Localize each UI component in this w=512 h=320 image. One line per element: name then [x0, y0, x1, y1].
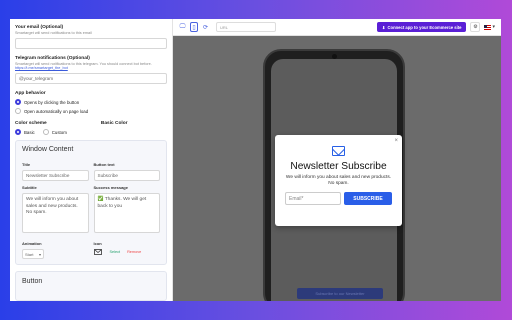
radio-unselected[interactable]: [15, 108, 21, 114]
icon-remove-link[interactable]: Remove: [127, 250, 141, 254]
radio-selected[interactable]: [15, 129, 21, 135]
scheme-basic[interactable]: Basic: [15, 129, 35, 135]
scheme-basic-label: Basic: [24, 129, 35, 135]
email-hint: Smartarget will send notifications to th…: [15, 31, 92, 35]
animation-label: Animation: [22, 241, 42, 246]
settings-icon[interactable]: ⚙: [470, 22, 481, 32]
telegram-field[interactable]: @your_telegram: [15, 73, 167, 84]
subscribe-trigger-button[interactable]: Subscribe to our Newsletter: [297, 288, 383, 299]
scheme-custom[interactable]: Custom: [42, 129, 67, 135]
refresh-icon[interactable]: ⟳: [202, 24, 209, 31]
button-section-title: Button: [22, 278, 43, 285]
icon-label: Icon: [93, 241, 102, 246]
settings-panel: Your email (Optional) Smartarget will se…: [10, 19, 173, 301]
download-icon: ⬇: [381, 24, 386, 30]
newsletter-popup: × Newsletter Subscribe We will inform yo…: [275, 135, 402, 226]
animation-value: Start: [25, 251, 34, 257]
title-field[interactable]: Newsletter Subscribe: [22, 170, 89, 181]
close-icon[interactable]: ×: [394, 138, 398, 144]
title-field-label: Title: [22, 162, 31, 167]
button-text-label: Button text: [93, 162, 115, 167]
url-input[interactable]: URL: [216, 22, 276, 32]
window-content-card: Window Content Title Newsletter Subscrib…: [15, 140, 167, 265]
email-field[interactable]: [15, 38, 167, 49]
preview-toolbar: 🖵 ▯ ⟳ URL ⬇ Connect app to your Ecommerc…: [173, 19, 501, 36]
email-label: Your email (Optional): [15, 25, 64, 30]
behavior-option-auto-label: Open automatically on page load: [24, 108, 89, 114]
scheme-custom-label: Custom: [51, 129, 67, 135]
desktop-icon[interactable]: 🖵: [179, 24, 186, 31]
animation-select[interactable]: Start ▾: [22, 249, 44, 259]
window-content-title: Window Content: [22, 146, 74, 153]
language-selector[interactable]: ▾: [484, 24, 495, 30]
connect-app-label: Connect app to your Ecommerce site: [387, 24, 462, 30]
popup-subscribe-button[interactable]: SUBSCRIBE: [344, 192, 392, 205]
behavior-option-auto[interactable]: Open automatically on page load: [15, 108, 167, 114]
telegram-bot-link[interactable]: https://t.me/smartarget_the_bot: [15, 66, 167, 70]
button-card: Button: [15, 271, 167, 301]
us-flag-icon: [484, 24, 492, 30]
success-message-label: Success message: [93, 185, 128, 190]
mobile-icon[interactable]: ▯: [190, 22, 198, 32]
success-message-textarea[interactable]: ✅ Thanks. We will get back to you: [93, 193, 160, 233]
radio-unselected[interactable]: [42, 129, 49, 135]
icon-select-link[interactable]: Select: [110, 250, 121, 254]
subtitle-textarea[interactable]: We will inform you about sales and new p…: [22, 193, 89, 233]
app-window: Your email (Optional) Smartarget will se…: [10, 19, 501, 301]
popup-email-input[interactable]: Email*: [285, 192, 341, 205]
popup-title: Newsletter Subscribe: [290, 161, 387, 172]
preview-area: 🖵 ▯ ⟳ URL ⬇ Connect app to your Ecommerc…: [173, 19, 501, 301]
mail-icon: [332, 146, 345, 156]
telegram-label: Telegram notifications (Optional): [15, 56, 90, 61]
behavior-option-click[interactable]: Opens by clicking the button: [15, 99, 167, 105]
chevron-down-icon: ▾: [492, 24, 495, 30]
button-text-field[interactable]: Subscribe: [93, 170, 160, 181]
behavior-option-click-label: Opens by clicking the button: [24, 99, 80, 105]
chevron-down-icon: ▾: [38, 251, 41, 257]
basic-color-label: Basic Color: [100, 121, 128, 126]
connect-app-button[interactable]: ⬇ Connect app to your Ecommerce site: [376, 22, 467, 32]
popup-subtitle: We will inform you about sales and new p…: [285, 175, 392, 186]
mail-icon: [93, 249, 102, 255]
radio-selected[interactable]: [15, 99, 21, 105]
behavior-label: App behavior: [15, 91, 46, 96]
subtitle-label: Subtitle: [22, 185, 37, 190]
